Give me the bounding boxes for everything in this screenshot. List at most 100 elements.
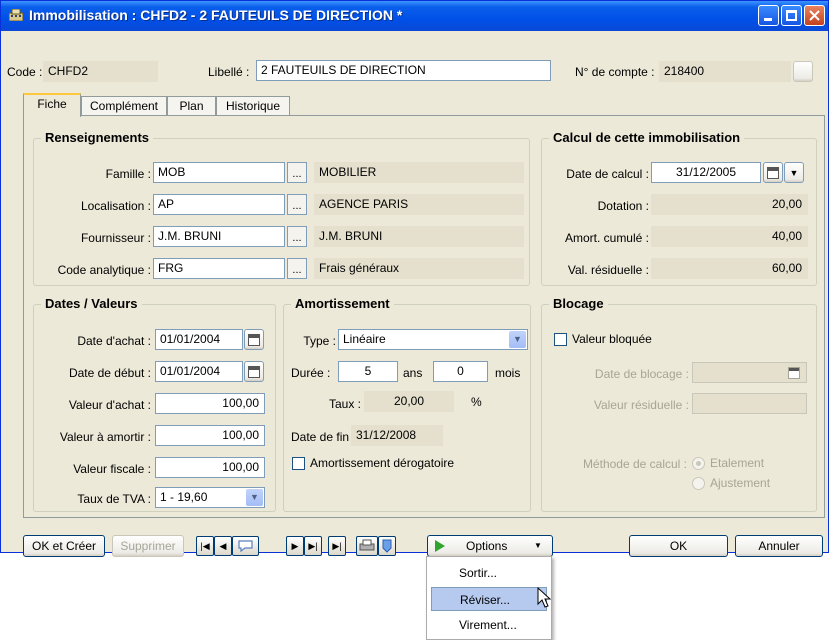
mouse-cursor-icon	[537, 587, 551, 608]
derogatoire-label: Amortissement dérogatoire	[310, 456, 455, 470]
date-fin-label: Date de fin :	[291, 430, 356, 444]
supprimer-button: Supprimer	[112, 535, 184, 557]
libelle-field[interactable]: 2 FAUTEUILS DE DIRECTION	[256, 60, 551, 81]
valeur-fiscale-field[interactable]: 100,00	[155, 457, 265, 478]
comment-icon[interactable]	[232, 536, 259, 556]
localisation-desc-field: AGENCE PARIS	[314, 194, 524, 215]
code-analytique-lookup-button[interactable]: ...	[287, 258, 307, 279]
valeur-amortir-field[interactable]: 100,00	[155, 425, 265, 446]
taux-field: 20,00	[364, 391, 454, 412]
tab-fiche[interactable]: Fiche	[23, 93, 81, 117]
taux-label: Taux :	[328, 397, 361, 411]
type-select[interactable]: Linéaire	[338, 329, 528, 350]
etalement-radio[interactable]	[692, 457, 705, 470]
valeur-bloquee-checkbox[interactable]	[554, 333, 567, 346]
fournisseur-label: Fournisseur :	[80, 231, 151, 245]
minimize-icon[interactable]	[758, 5, 779, 26]
etalement-label: Etalement	[710, 456, 765, 470]
valeur-achat-field[interactable]: 100,00	[155, 393, 265, 414]
calendar-icon	[248, 366, 260, 378]
valeur-fiscale-label: Valeur fiscale :	[73, 462, 151, 476]
ok-button[interactable]: OK	[629, 535, 728, 557]
famille-desc-field: MOBILIER	[314, 162, 524, 183]
next-record-icon[interactable]: ▶	[286, 536, 304, 556]
calendar-icon	[767, 167, 779, 179]
val-residuelle-label: Val. résiduelle :	[567, 263, 649, 277]
window-title: Immobilisation : CHFD2 - 2 FAUTEUILS DE …	[29, 7, 403, 23]
blocage-title: Blocage	[549, 296, 608, 311]
tab-plan[interactable]: Plan	[167, 96, 216, 115]
chevron-down-icon: ▼	[534, 541, 542, 550]
fournisseur-code-field[interactable]: J.M. BRUNI	[153, 226, 285, 247]
fournisseur-desc-field: J.M. BRUNI	[314, 226, 524, 247]
localisation-lookup-button[interactable]: ...	[287, 194, 307, 215]
localisation-label: Localisation :	[80, 199, 151, 213]
date-calcul-label: Date de calcul :	[566, 167, 649, 181]
ok-creer-button[interactable]: OK et Créer	[23, 535, 105, 557]
mois-label: mois	[495, 366, 521, 380]
valeur-residuelle-field	[692, 393, 807, 414]
chevron-down-icon[interactable]: ▼	[246, 489, 263, 506]
calendar-icon	[248, 334, 260, 346]
date-calcul-field[interactable]: 31/12/2005	[651, 162, 761, 183]
duree-ans-field[interactable]: 5	[338, 361, 398, 382]
date-calcul-dropdown-button[interactable]: ▼	[784, 162, 804, 183]
amort-cumule-field: 40,00	[651, 226, 808, 247]
compte-label: N° de compte :	[575, 65, 655, 79]
last-record-icon[interactable]: ▶|	[304, 536, 322, 556]
amort-cumule-label: Amort. cumulé :	[564, 231, 649, 245]
options-label: Options	[466, 539, 508, 553]
code-analytique-field[interactable]: FRG	[153, 258, 285, 279]
date-achat-field[interactable]: 01/01/2004	[155, 329, 243, 350]
valeur-amortir-label: Valeur à amortir :	[59, 430, 151, 444]
building-icon	[9, 9, 23, 21]
close-icon[interactable]	[804, 5, 825, 26]
menu-item-virement[interactable]: Virement...	[431, 613, 547, 637]
new-record-icon[interactable]: ▶|	[328, 536, 346, 556]
date-debut-field[interactable]: 01/01/2004	[155, 361, 243, 382]
date-achat-label: Date d'achat :	[77, 334, 151, 348]
previous-record-icon[interactable]: ◀	[214, 536, 232, 556]
duree-mois-field[interactable]: 0	[433, 361, 488, 382]
menu-item-reviser[interactable]: Réviser...	[431, 587, 547, 611]
tab-historique[interactable]: Historique	[216, 96, 290, 115]
taux-unit-label: %	[471, 395, 482, 409]
first-record-icon[interactable]: |◀	[196, 536, 214, 556]
derogatoire-checkbox[interactable]	[292, 457, 305, 470]
duree-label: Durée :	[291, 366, 331, 380]
print-icon[interactable]	[356, 536, 378, 556]
compte-field: 218400	[659, 61, 791, 82]
famille-label: Famille :	[105, 167, 151, 181]
date-blocage-label: Date de blocage :	[594, 367, 689, 381]
type-label: Type :	[303, 334, 336, 348]
val-residuelle-field: 60,00	[651, 258, 808, 279]
maximize-icon[interactable]	[781, 5, 802, 26]
help-icon[interactable]	[378, 536, 396, 556]
play-icon	[435, 540, 445, 552]
chevron-down-icon: ▼	[789, 168, 799, 178]
title-bar[interactable]: Immobilisation : CHFD2 - 2 FAUTEUILS DE …	[1, 1, 828, 31]
dialog-window: Immobilisation : CHFD2 - 2 FAUTEUILS DE …	[0, 0, 829, 557]
valeur-achat-label: Valeur d'achat :	[68, 398, 151, 412]
ajustement-radio[interactable]	[692, 477, 705, 490]
compte-lookup-button[interactable]	[793, 61, 813, 82]
taux-tva-label: Taux de TVA :	[77, 492, 151, 506]
famille-code-field[interactable]: MOB	[153, 162, 285, 183]
localisation-code-field[interactable]: AP	[153, 194, 285, 215]
date-achat-calendar-button[interactable]	[244, 329, 264, 350]
menu-item-sortir[interactable]: Sortir...	[431, 561, 547, 585]
options-button[interactable]: Options ▼	[427, 535, 553, 557]
renseignements-title: Renseignements	[41, 130, 154, 145]
calcul-title: Calcul de cette immobilisation	[549, 130, 745, 145]
code-field: CHFD2	[43, 61, 158, 82]
code-analytique-desc-field: Frais généraux	[314, 258, 524, 279]
tab-complement[interactable]: Complément	[81, 96, 167, 115]
chevron-down-icon[interactable]: ▼	[509, 331, 526, 348]
famille-lookup-button[interactable]: ...	[287, 162, 307, 183]
date-debut-calendar-button[interactable]	[244, 361, 264, 382]
code-label: Code :	[7, 65, 43, 79]
methode-calcul-label: Méthode de calcul :	[582, 457, 687, 471]
fournisseur-lookup-button[interactable]: ...	[287, 226, 307, 247]
annuler-button[interactable]: Annuler	[735, 535, 823, 557]
date-calcul-calendar-button[interactable]	[763, 162, 783, 183]
